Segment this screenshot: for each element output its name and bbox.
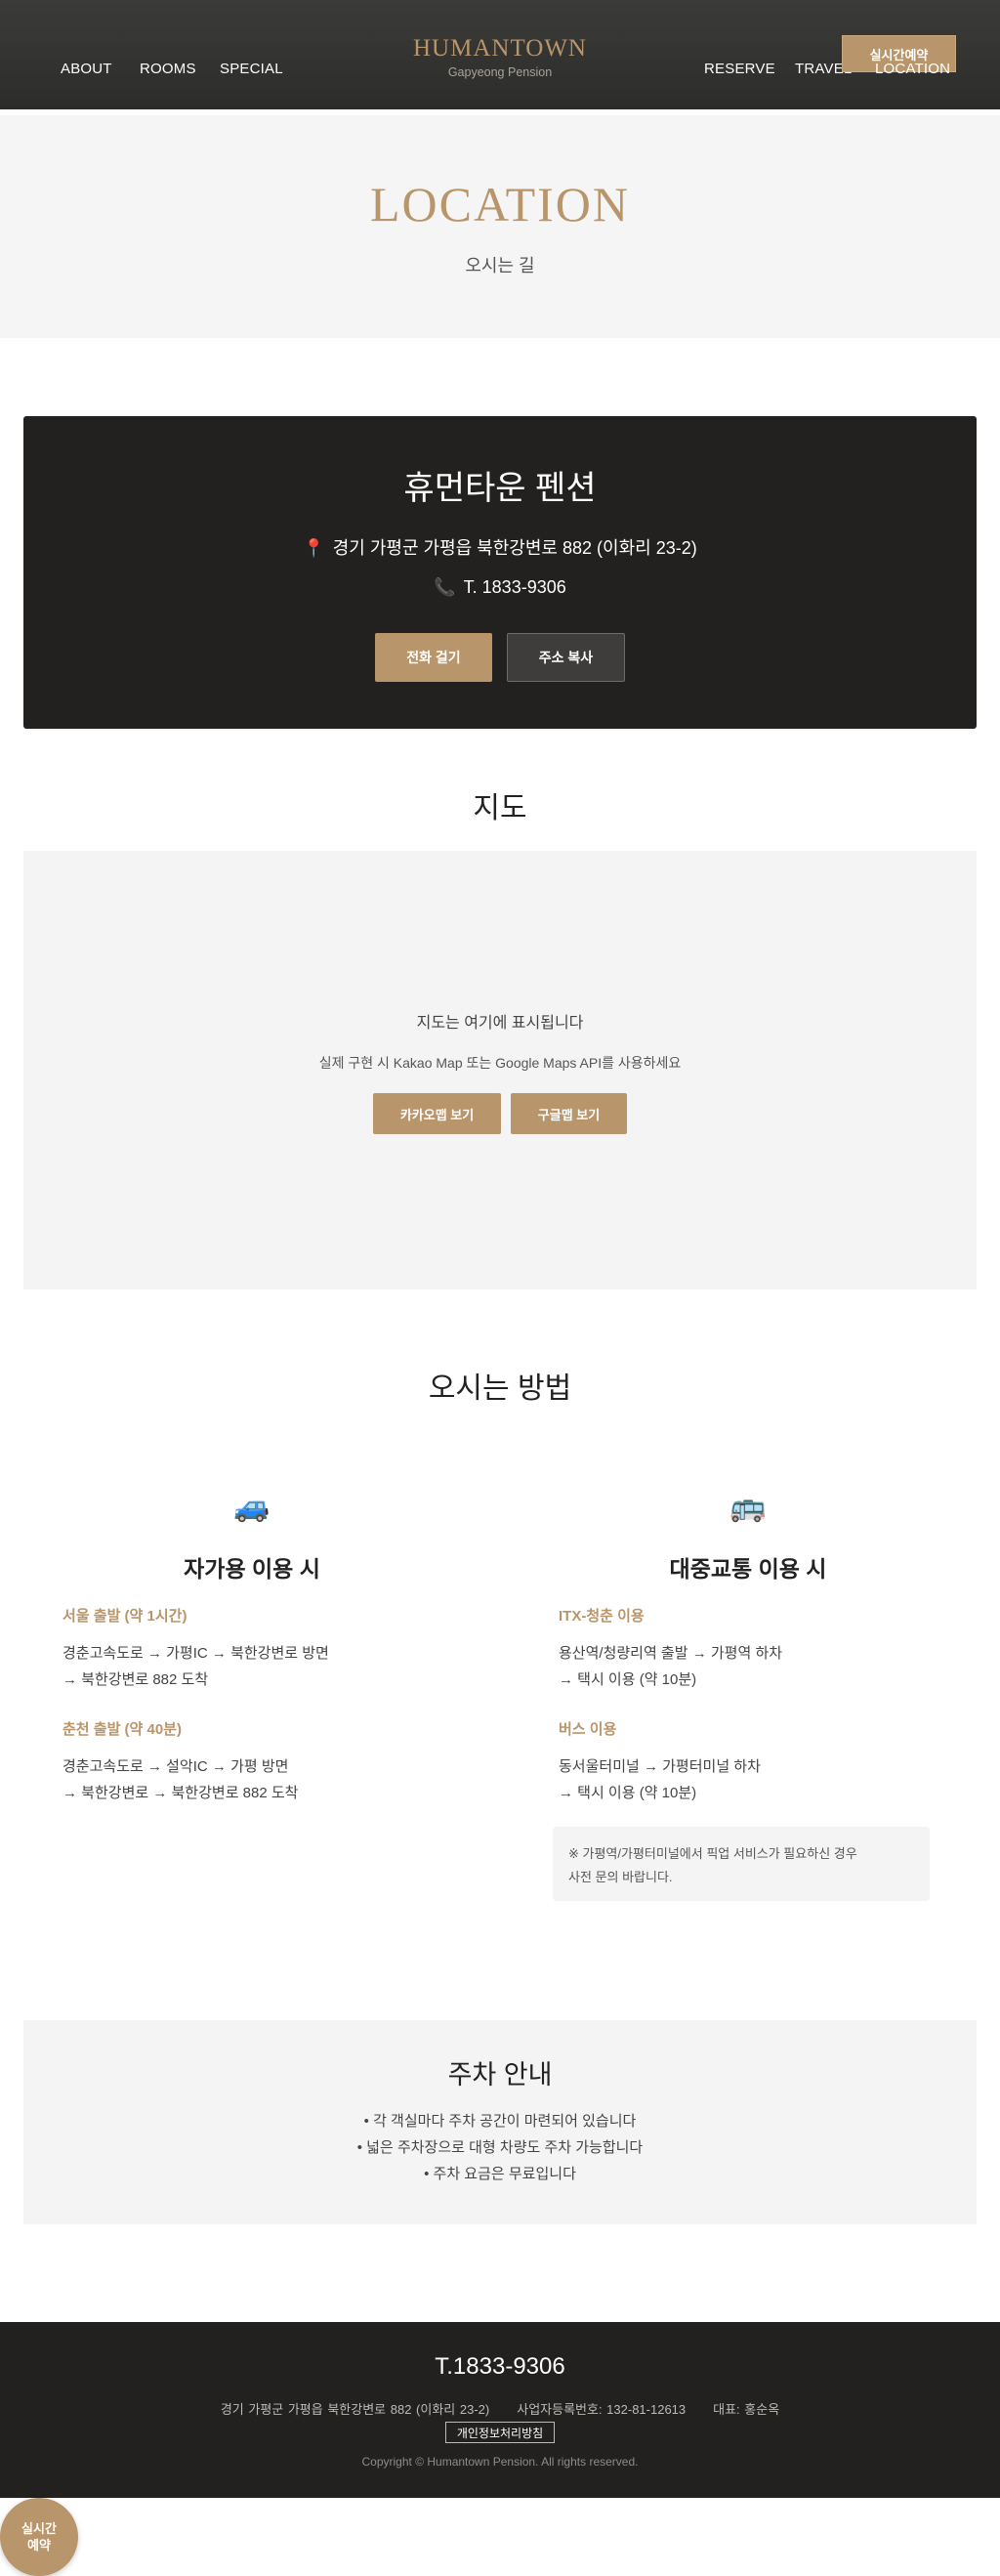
google-map-button[interactable]: 구글맵 보기 — [511, 1093, 627, 1134]
parking-item: • 각 객실마다 주차 공간이 마련되어 있습니다 — [363, 2113, 637, 2130]
car-title: 자가용 이용 시 — [184, 1556, 320, 1582]
floating-reserve-label: 실시간 — [21, 2521, 57, 2536]
privacy-policy-link[interactable]: 개인정보처리방침 — [445, 2422, 555, 2443]
route-line: → 택시 이용 (약 10분) — [559, 1785, 697, 1801]
pension-info-card: 휴먼타운 펜션 📍 경기 가평군 가평읍 북한강변로 882 (이화리 23-2)… — [23, 416, 977, 729]
parking-item: • 넓은 주차장으로 대형 차량도 주차 가능합니다 — [356, 2139, 644, 2156]
bus-icon: 🚌 — [729, 1491, 767, 1523]
page-hero: LOCATION 오시는 길 — [0, 115, 1000, 338]
copy-address-button[interactable]: 주소 복사 — [507, 633, 625, 682]
route-line: 동서울터미널 → 가평터미널 하차 — [559, 1758, 761, 1775]
phone-line: 📞 T. 1833-9306 — [23, 577, 977, 598]
route-line: 경춘고속도로 → 가평IC → 북한강변로 방면 — [62, 1645, 329, 1662]
route-heading: 춘천 출발 (약 40분) — [62, 1721, 182, 1738]
page-subtitle: 오시는 길 — [465, 256, 535, 275]
route-line: → 북한강변로 882 도착 — [62, 1671, 209, 1688]
route-line: → 북한강변로 → 북한강변로 882 도착 — [62, 1785, 299, 1801]
map-section-title: 지도 — [473, 792, 527, 824]
map-placeholder[interactable]: 지도는 여기에 표시됩니다 실제 구현 시 Kakao Map 또는 Googl… — [23, 851, 977, 1289]
parking-info: 주차 안내 • 각 객실마다 주차 공간이 마련되어 있습니다 • 넓은 주차장… — [23, 2020, 977, 2224]
phone-icon: 📞 — [434, 577, 456, 597]
pension-name: 휴먼타운 펜션 — [403, 470, 597, 507]
call-button[interactable]: 전화 걸기 — [375, 633, 492, 682]
directions-section-title: 오시는 방법 — [428, 1372, 572, 1405]
pickup-note-line: 사전 문의 바랍니다. — [568, 1870, 673, 1884]
car-icon: 🚙 — [233, 1491, 271, 1523]
floating-reserve-label: 예약 — [27, 2538, 51, 2553]
site-footer: T.1833-9306 경기 가평군 가평읍 북한강변로 882 (이화리 23… — [0, 2322, 1000, 2498]
transit-title: 대중교통 이용 시 — [669, 1556, 827, 1582]
parking-item: • 주차 요금은 무료입니다 — [424, 2166, 576, 2182]
pickup-note-line: ※ 가평역/가평터미널에서 픽업 서비스가 필요하신 경우 — [568, 1846, 857, 1861]
address-text: 경기 가평군 가평읍 북한강변로 882 (이화리 23-2) — [332, 538, 697, 558]
nav-location[interactable]: LOCATION — [875, 61, 950, 77]
parking-title: 주차 안내 — [447, 2060, 553, 2090]
route-line: 용산역/청량리역 출발 → 가평역 하차 — [559, 1645, 783, 1662]
pickup-note: ※ 가평역/가평터미널에서 픽업 서비스가 필요하신 경우 사전 문의 바랍니다… — [553, 1827, 930, 1901]
route-line: 경춘고속도로 → 설악IC → 가평 방면 — [62, 1758, 289, 1775]
footer-business-number: 사업자등록번호: 132-81-12613 — [517, 2402, 687, 2417]
phone-text: T. 1833-9306 — [463, 577, 566, 597]
footer-address: 경기 가평군 가평읍 북한강변로 882 (이화리 23-2) — [220, 2402, 490, 2417]
map-api-note: 실제 구현 시 Kakao Map 또는 Google Maps API를 사용… — [318, 1055, 682, 1071]
route-heading: ITX-청춘 이용 — [559, 1608, 645, 1625]
nav-reserve[interactable]: RESERVE — [704, 61, 775, 77]
floating-reserve-button[interactable]: 실시간 예약 — [0, 2498, 78, 2576]
footer-ceo: 대표: 홍순옥 — [713, 2402, 780, 2417]
route-heading: 버스 이용 — [559, 1721, 617, 1738]
address-line: 📍 경기 가평군 가평읍 북한강변로 882 (이화리 23-2) — [23, 534, 977, 560]
footer-phone: T.1833-9306 — [435, 2353, 565, 2380]
pin-icon: 📍 — [303, 538, 325, 558]
site-header: ABOUT ROOMS SPECIAL HUMANTOWN Gapyeong P… — [0, 0, 1000, 109]
route-line: → 택시 이용 (약 10분) — [559, 1671, 697, 1688]
map-placeholder-text: 지도는 여기에 표시됩니다 — [416, 1015, 584, 1032]
page-title: LOCATION — [370, 177, 630, 232]
kakao-map-button[interactable]: 카카오맵 보기 — [373, 1093, 501, 1134]
route-heading: 서울 출발 (약 1시간) — [62, 1608, 188, 1625]
copyright: Copyright © Humantown Pension. All right… — [361, 2455, 639, 2469]
footer-business-info: 경기 가평군 가평읍 북한강변로 882 (이화리 23-2) 사업자등록번호: … — [0, 2399, 1000, 2418]
